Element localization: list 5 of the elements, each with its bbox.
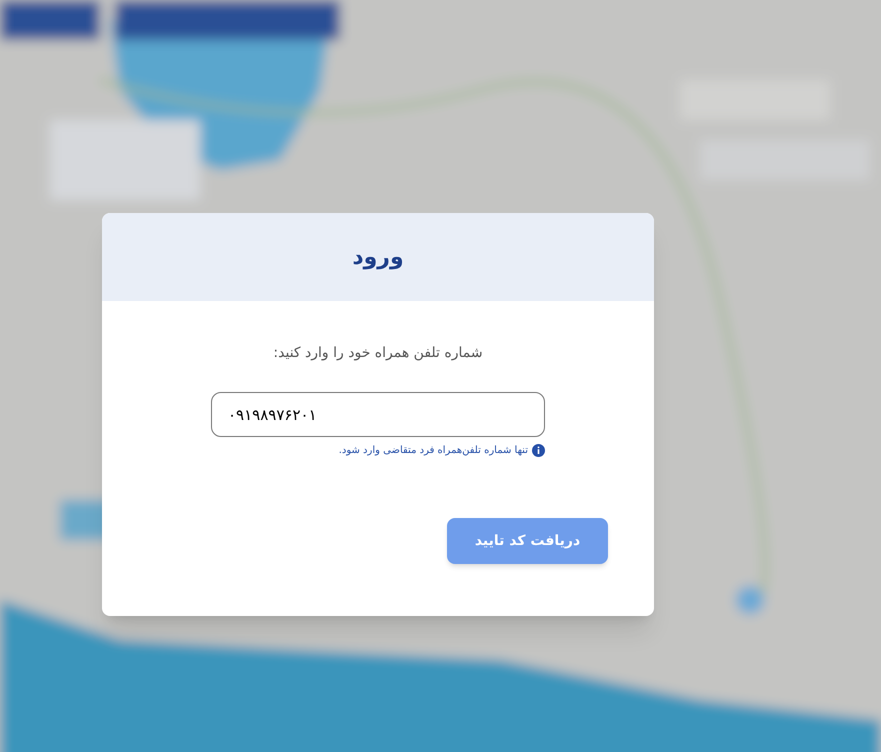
phone-input-field[interactable]: ۰۹۱۹۸۹۷۶۲۰۱ [211, 392, 545, 437]
info-icon [532, 444, 545, 457]
phone-prompt: شماره تلفن همراه خود را وارد کنید: [273, 344, 483, 363]
dialog-title: ورود [352, 244, 404, 272]
hint-text: تنها شماره تلفن‌همراه فرد متقاضی وارد شود. [338, 444, 528, 458]
